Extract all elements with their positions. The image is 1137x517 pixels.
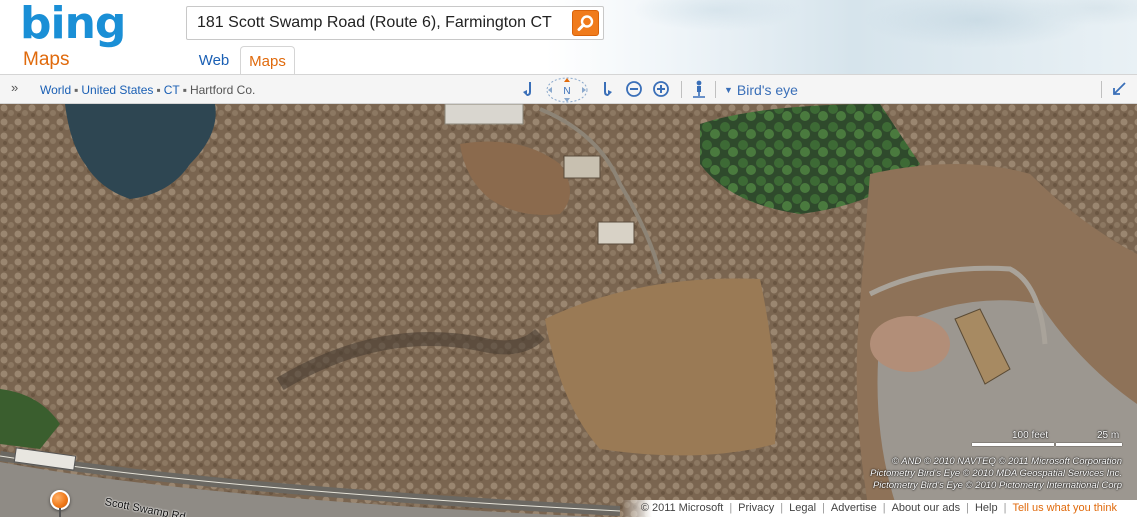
- map-copyright: © AND © 2010 NAVTEQ © 2011 Microsoft Cor…: [870, 456, 1122, 492]
- search-box: [186, 6, 604, 40]
- rotate-left-icon[interactable]: [518, 79, 538, 99]
- breadcrumb-world[interactable]: World: [40, 83, 71, 97]
- map-toolbar: » World ▪ United States ▪ CT ▪ Hartford Co. N …: [0, 74, 1137, 104]
- footer-separator: |: [1003, 502, 1007, 514]
- zoom-in-icon[interactable]: [651, 79, 671, 99]
- tab-maps[interactable]: Maps: [240, 46, 295, 74]
- zoom-out-icon[interactable]: [624, 79, 644, 99]
- footer-separator: |: [822, 502, 825, 514]
- search-button[interactable]: [572, 10, 599, 36]
- footer-separator: |: [729, 502, 733, 514]
- copyright-line: Pictometry Bird's Eye © 2010 Pictometry …: [872, 480, 1122, 491]
- footer-separator: |: [882, 502, 886, 514]
- footer-separator: |: [966, 502, 969, 514]
- copyright-line: © AND © 2010 NAVTEQ © 2011 Microsoft Cor…: [891, 456, 1122, 467]
- footer-link-advertise[interactable]: Advertise: [831, 502, 877, 514]
- footer-link-help[interactable]: Help: [975, 502, 998, 514]
- footer-copyright: © 2011 Microsoft: [640, 502, 724, 514]
- footer-separator: |: [780, 502, 784, 514]
- scale-bar: 100 feet 25 m: [972, 426, 1122, 450]
- rotate-right-icon[interactable]: [597, 79, 617, 99]
- breadcrumb-united-states[interactable]: United States: [81, 83, 153, 97]
- breadcrumb-hartford-co: Hartford Co.: [189, 83, 256, 97]
- compass-north-label: N: [563, 86, 570, 97]
- scale-meters-label: 25 m: [1097, 430, 1120, 441]
- breadcrumb-separator: ▪: [182, 83, 187, 97]
- view-mode-label: Bird's eye: [736, 82, 798, 98]
- toolbar-divider: [1101, 81, 1102, 98]
- bing-logo[interactable]: bing: [20, 0, 126, 49]
- footer-link-privacy[interactable]: Privacy: [738, 502, 774, 514]
- map-canvas[interactable]: Scott Swamp Rd 100 feet 25 m © AND © 201…: [0, 104, 1137, 517]
- location-pin-stem: [59, 508, 61, 517]
- collapse-arrow-icon[interactable]: [1111, 81, 1127, 97]
- search-input[interactable]: [187, 7, 571, 39]
- breadcrumb: World ▪ United States ▪ CT ▪ Hartford Co.: [40, 83, 255, 97]
- scale-bar-feet: [972, 443, 1054, 446]
- breadcrumb-separator: ▪: [74, 83, 79, 97]
- header: bing Maps Web Maps: [0, 0, 1137, 74]
- maps-product-label: Maps: [23, 49, 70, 70]
- toolbar-divider: [681, 81, 682, 98]
- view-mode-dropdown[interactable]: ▼ Bird's eye: [724, 82, 798, 98]
- chevron-down-icon: ▼: [724, 85, 733, 95]
- footer-link-feedback[interactable]: Tell us what you think: [1012, 502, 1117, 514]
- scale-bar-meters: [1056, 443, 1122, 446]
- street-side-person-icon[interactable]: [689, 79, 709, 99]
- copyright-line: Pictometry Bird's Eye © 2010 MDA Geospat…: [870, 468, 1122, 479]
- double-chevron-right-icon[interactable]: »: [11, 80, 18, 95]
- breadcrumb-separator: ▪: [156, 83, 161, 97]
- compass-icon[interactable]: N: [545, 77, 589, 103]
- location-pin[interactable]: [50, 490, 70, 510]
- header-background: [597, 0, 1137, 74]
- scale-feet-label: 100 feet: [1012, 430, 1049, 441]
- toolbar-divider: [715, 81, 716, 98]
- footer: © 2011 Microsoft | Privacy | Legal | Advertise…: [620, 500, 1137, 517]
- search-icon: [577, 15, 594, 31]
- footer-link-about-ads[interactable]: About our ads: [892, 502, 961, 514]
- footer-link-legal[interactable]: Legal: [789, 502, 816, 514]
- breadcrumb-ct[interactable]: CT: [164, 83, 180, 97]
- tab-web[interactable]: Web: [188, 46, 240, 74]
